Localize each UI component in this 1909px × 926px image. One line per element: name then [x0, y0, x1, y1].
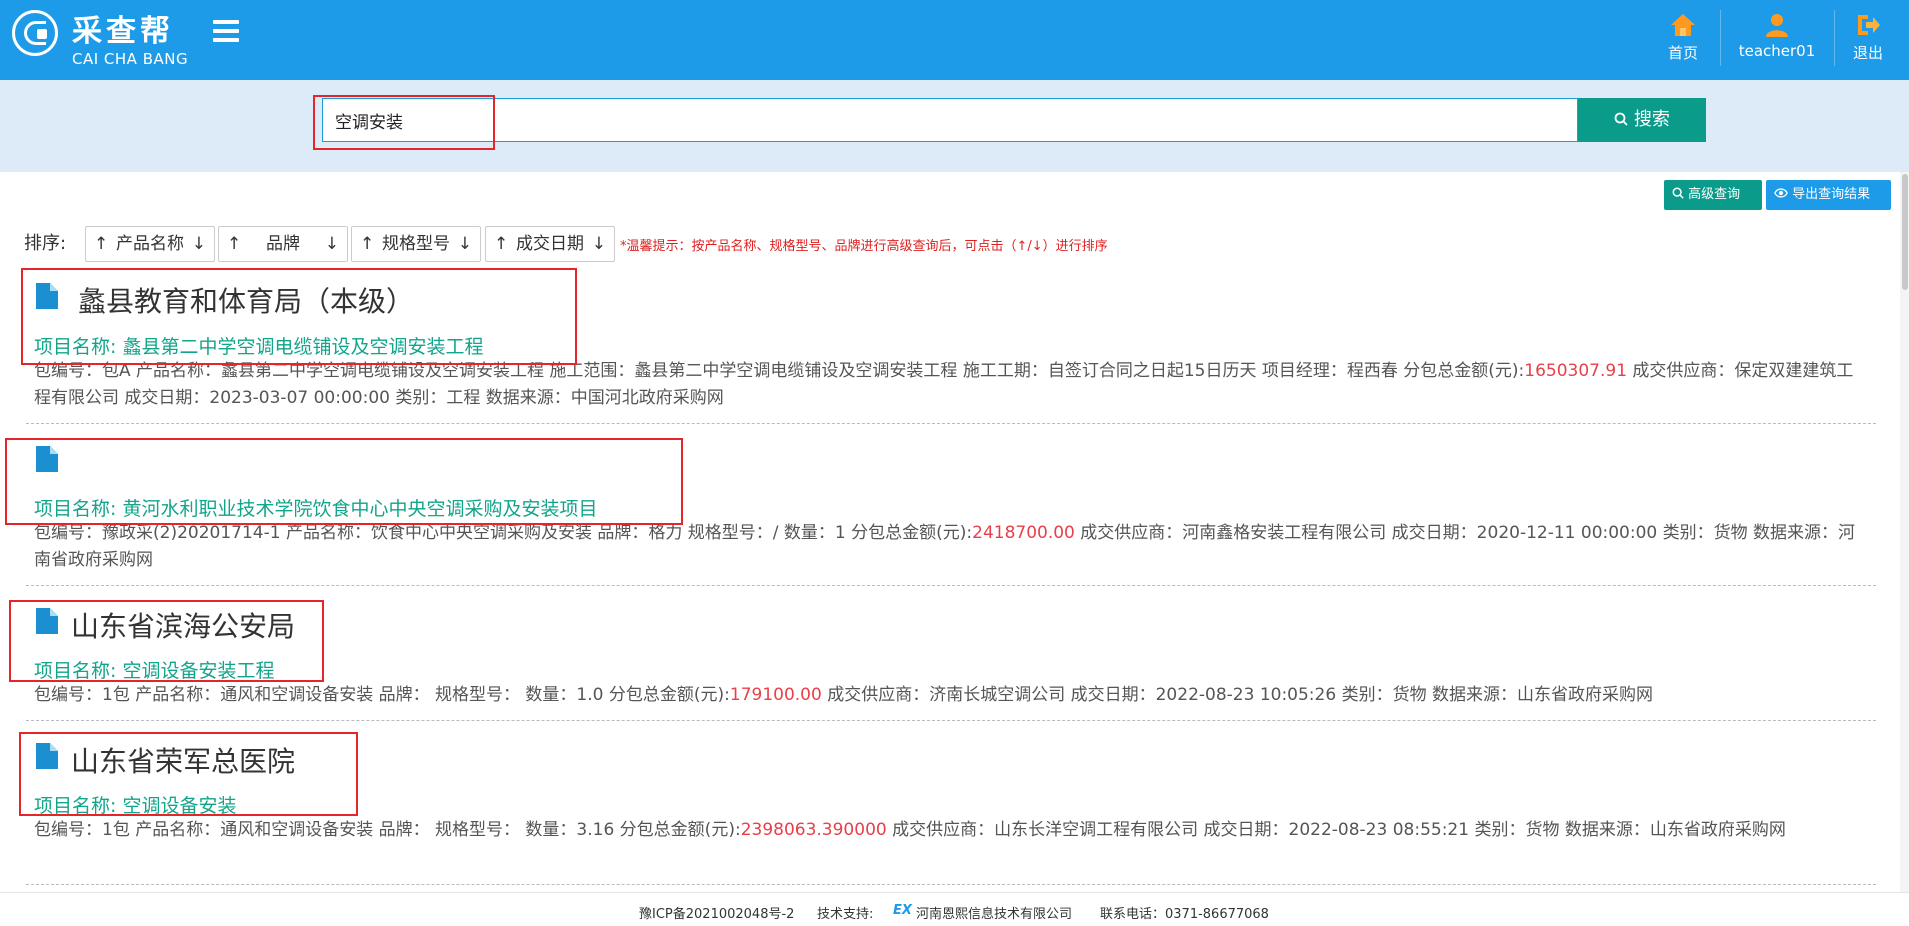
user-icon [1766, 14, 1788, 37]
export-results-label: 导出查询结果 [1792, 187, 1871, 202]
arrow-down-icon: ↓ [324, 234, 339, 254]
project-label: 项目名称: [34, 498, 117, 520]
sort-label: 排序: [24, 233, 67, 254]
document-icon [36, 283, 58, 309]
logout-icon [1858, 15, 1880, 35]
logo-english-text: CAI CHA BANG [72, 50, 189, 68]
project-label: 项目名称: [34, 795, 117, 817]
scrollbar-thumb[interactable] [1902, 174, 1908, 290]
nav-home[interactable]: 首页 [1658, 8, 1708, 68]
sort-deal-date[interactable]: 成交日期 ↑ ↓ [485, 226, 615, 262]
result-divider [26, 585, 1876, 586]
arrow-up-icon: ↑ [94, 234, 109, 254]
result-project[interactable]: 项目名称: 空调设备安装工程 [34, 656, 274, 683]
search-input[interactable] [322, 98, 1578, 142]
result-title[interactable]: 山东省荣军总医院 [71, 740, 295, 780]
nav-user-label: teacher01 [1738, 42, 1816, 60]
logo-icon [12, 10, 58, 56]
footer-support-label: 技术支持: [817, 907, 874, 922]
export-results-button[interactable]: 导出查询结果 [1766, 180, 1891, 210]
arrow-down-icon: ↓ [457, 234, 472, 254]
project-name: 空调设备安装 [122, 795, 237, 817]
result-title[interactable]: 蠡县教育和体育局（本级） [78, 280, 414, 320]
project-name: 蠡县第二中学空调电缆铺设及空调安装工程 [122, 336, 484, 358]
search-icon [1672, 187, 1684, 199]
document-icon [36, 743, 58, 769]
project-label: 项目名称: [34, 660, 117, 682]
arrow-up-icon: ↑ [227, 234, 242, 254]
project-label: 项目名称: [34, 336, 117, 358]
result-detail: 包编号：1包 产品名称：通风和空调设备安装 品牌： 规格型号： 数量：3.16 … [34, 817, 1864, 844]
nav-user[interactable]: teacher01 [1732, 8, 1822, 68]
result-divider [26, 720, 1876, 721]
result-title[interactable]: 山东省滨海公安局 [71, 605, 295, 645]
document-icon [36, 608, 58, 634]
result-detail: 包编号：1包 产品名称：通风和空调设备安装 品牌： 规格型号： 数量：1.0 分… [34, 682, 1864, 709]
nav-home-label: 首页 [1667, 44, 1698, 62]
advanced-search-label: 高级查询 [1688, 187, 1741, 202]
project-name: 空调设备安装工程 [122, 660, 275, 682]
search-button[interactable]: 搜索 [1578, 98, 1706, 142]
detail-text: 包编号：1包 产品名称：通风和空调设备安装 品牌： 规格型号： 数量：1.0 分… [34, 685, 730, 705]
detail-text: 成交供应商：济南长城空调公司 成交日期：2022-08-23 10:05:26 … [821, 685, 1653, 705]
arrow-down-icon: ↓ [191, 234, 206, 254]
nav-divider [1834, 10, 1835, 66]
menu-icon[interactable] [213, 20, 239, 42]
footer-icp[interactable]: 豫ICP备2021002048号-2 [639, 903, 794, 922]
result-divider [26, 884, 1876, 885]
document-icon [36, 446, 58, 472]
arrow-up-icon: ↑ [360, 234, 375, 254]
detail-text: 包编号：1包 产品名称：通风和空调设备安装 品牌： 规格型号： 数量：3.16 … [34, 820, 741, 840]
detail-text: 成交供应商：山东长洋空调工程有限公司 成交日期：2022-08-23 08:55… [886, 820, 1786, 840]
sort-brand[interactable]: 品牌 ↑ ↓ [218, 226, 348, 262]
advanced-search-button[interactable]: 高级查询 [1664, 180, 1762, 210]
sort-product-name[interactable]: 产品名称 ↑ ↓ [85, 226, 215, 262]
project-name: 黄河水利职业技术学院饮食中心中央空调采购及安装项目 [122, 498, 598, 520]
arrow-up-icon: ↑ [494, 234, 509, 254]
nav-divider [1720, 10, 1721, 66]
footer-phone: 联系电话：0371-86677068 [1100, 907, 1269, 922]
result-project[interactable]: 项目名称: 空调设备安装 [34, 791, 236, 818]
result-detail: 包编号：豫政采(2)20201714-1 产品名称：饮食中心中央空调采购及安装 … [34, 520, 1864, 574]
eye-icon [1774, 188, 1788, 198]
detail-text: 包编号：包A 产品名称：蠡县第二中学空调电缆铺设及空调安装工程 施工范围：蠡县第… [34, 361, 1525, 381]
footer-support-company: 河南恩熙信息技术有限公司 [916, 907, 1073, 922]
amount-value: 2398063.390000 [740, 820, 887, 840]
support-logo-icon: EX [893, 903, 912, 918]
home-icon [1671, 14, 1695, 36]
result-project[interactable]: 项目名称: 蠡县第二中学空调电缆铺设及空调安装工程 [34, 332, 483, 359]
top-header: 采查帮 CAI CHA BANG 首页 teacher01 退出 [0, 0, 1909, 80]
nav-logout[interactable]: 退出 [1846, 8, 1890, 68]
footer: 豫ICP备2021002048号-2 技术支持: EX 河南恩熙信息技术有限公司… [0, 892, 1909, 926]
detail-text: 包编号：豫政采(2)20201714-1 产品名称：饮食中心中央空调采购及安装 … [34, 523, 973, 543]
amount-value: 179100.00 [729, 685, 822, 705]
result-divider [26, 423, 1876, 424]
amount-value: 1650307.91 [1524, 361, 1628, 381]
search-icon [1614, 112, 1628, 126]
sort-hint: *温馨提示：按产品名称、规格型号、品牌进行高级查询后，可点击（↑/↓）进行排序 [620, 239, 1108, 254]
arrow-down-icon: ↓ [591, 234, 606, 254]
search-button-label: 搜索 [1633, 109, 1670, 130]
amount-value: 2418700.00 [972, 523, 1075, 543]
result-detail: 包编号：包A 产品名称：蠡县第二中学空调电缆铺设及空调安装工程 施工范围：蠡县第… [34, 358, 1864, 412]
logo-chinese-text: 采查帮 [72, 14, 174, 49]
nav-logout-label: 退出 [1852, 44, 1883, 62]
result-project[interactable]: 项目名称: 黄河水利职业技术学院饮食中心中央空调采购及安装项目 [34, 494, 597, 521]
sort-spec-model[interactable]: 规格型号 ↑ ↓ [351, 226, 481, 262]
